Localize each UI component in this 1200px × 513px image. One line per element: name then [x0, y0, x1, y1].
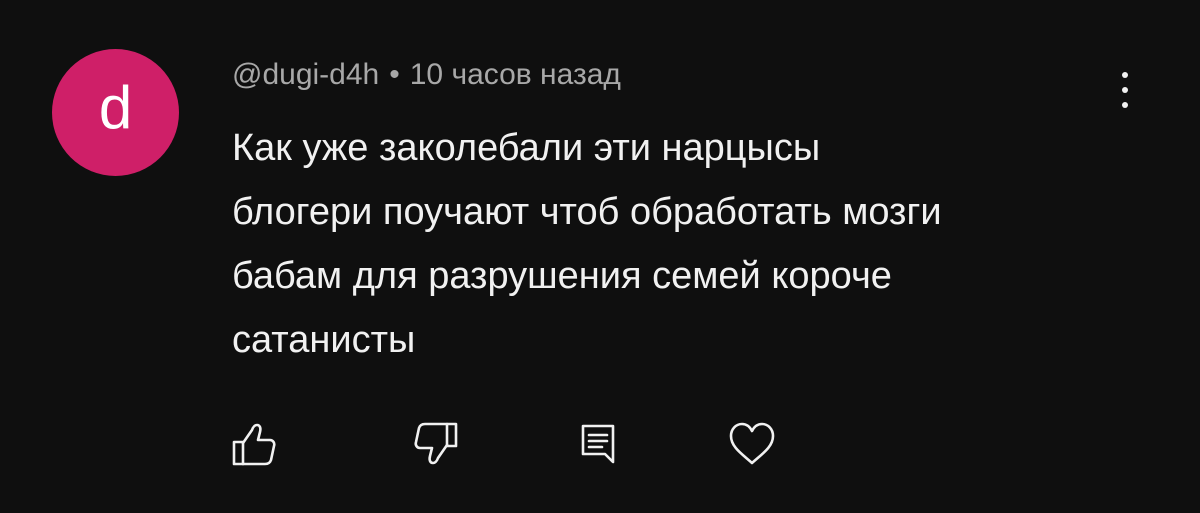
comment-text: Как уже заколебали эти нарцысы блогери п… — [232, 116, 1132, 372]
thumbs-down-icon — [414, 422, 458, 465]
comment-text-line: бабам для разрушения семей короче — [232, 255, 892, 297]
comment-item: d @dugi-d4h • 10 часов назад Как уже закол… — [0, 0, 1200, 513]
avatar-letter: d — [98, 73, 133, 141]
comment-text-line: блогери поучают чтоб обработать мозги — [232, 191, 942, 233]
author-name[interactable]: @dugi-d4h — [232, 58, 379, 91]
comment-text-line: Как уже заколебали эти нарцысы — [232, 127, 821, 169]
heart-icon — [729, 422, 775, 465]
heart-button[interactable] — [726, 418, 778, 470]
comment-timestamp: 10 часов назад — [409, 58, 621, 91]
reply-button[interactable] — [572, 418, 624, 470]
comment-meta: @dugi-d4h • 10 часов назад — [232, 58, 621, 92]
meta-separator: • — [389, 58, 400, 91]
like-button[interactable] — [228, 418, 280, 470]
dislike-button[interactable] — [410, 418, 462, 470]
comment-text-line: сатанисты — [232, 319, 416, 361]
thumbs-up-icon — [232, 423, 276, 466]
avatar[interactable]: d — [52, 49, 179, 176]
reply-icon — [581, 424, 615, 464]
more-vertical-icon[interactable] — [1108, 68, 1142, 112]
